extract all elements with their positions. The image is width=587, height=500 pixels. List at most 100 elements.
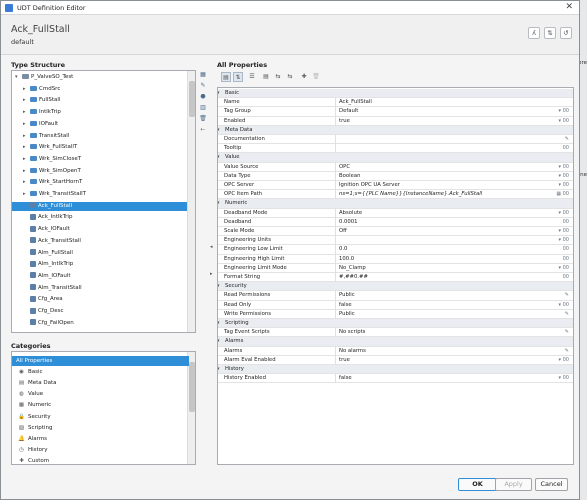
- property-actions-icon[interactable]: ✎: [565, 310, 569, 319]
- property-row[interactable]: OPC Server Ignition OPC UA Server ▾ 00: [218, 181, 573, 191]
- property-actions-icon[interactable]: ▾ 00: [559, 181, 569, 190]
- add-icon[interactable]: ✚: [299, 72, 309, 82]
- property-value[interactable]: 0.0: [339, 245, 347, 254]
- property-category-row[interactable]: ▾ Value: [218, 153, 573, 163]
- property-actions-icon[interactable]: ▾ 00: [559, 236, 569, 245]
- grid-icon[interactable]: ▥: [198, 104, 208, 115]
- property-actions-icon[interactable]: ▾ 00: [559, 163, 569, 172]
- property-row[interactable]: OPC Item Path ns=1;s={{PLC Name}}{Instanc…: [218, 190, 573, 200]
- property-row[interactable]: Tag Group Default ▾ 00: [218, 107, 573, 117]
- expand-arrow-icon[interactable]: ▸: [23, 155, 30, 164]
- property-row[interactable]: Engineering Units ▾ 00: [218, 236, 573, 246]
- expand-arrow-icon[interactable]: ▸: [23, 143, 30, 152]
- property-value[interactable]: false: [339, 301, 352, 310]
- property-actions-icon[interactable]: ▾ 00: [559, 117, 569, 126]
- property-row[interactable]: Tag Event Scripts No scripts ✎: [218, 328, 573, 338]
- property-value[interactable]: Ack_FullStall: [339, 98, 372, 107]
- category-item[interactable]: 🔔 Alarms: [12, 434, 189, 444]
- category-item[interactable]: All Properties: [12, 356, 189, 366]
- categories-list[interactable]: All Properties ◉ Basic ▤ Meta Data ◍ Value ▦ Num…: [11, 351, 196, 465]
- tree-item[interactable]: ▸ IntlkTrip: [12, 108, 187, 117]
- expand-icon[interactable]: ⇆: [273, 72, 283, 82]
- expand-arrow-icon[interactable]: ▸: [23, 132, 30, 141]
- property-row[interactable]: Name Ack_FullStall: [218, 98, 573, 108]
- property-value[interactable]: Boolean: [339, 172, 360, 181]
- property-row[interactable]: Alarms No alarms ✎: [218, 346, 573, 356]
- property-value[interactable]: Default: [339, 107, 358, 116]
- collapse-arrow-icon[interactable]: ▾: [218, 365, 220, 374]
- property-row[interactable]: Read Only false ▾ 00: [218, 300, 573, 310]
- property-row[interactable]: Format String #,##0.## 00: [218, 273, 573, 283]
- tree-item[interactable]: ▸ Wrk_StartHornT: [12, 178, 187, 187]
- tree-item[interactable]: ▸ TransitStall: [12, 132, 187, 141]
- property-row[interactable]: Write Permissions Public ✎: [218, 309, 573, 319]
- property-value[interactable]: Public: [339, 310, 355, 319]
- property-actions-icon[interactable]: ▾ 00: [559, 227, 569, 236]
- property-row[interactable]: Engineering Limit Mode No_Clamp ▾ 00: [218, 263, 573, 273]
- tree-item[interactable]: ▸ Wrk_SimCloseT: [12, 155, 187, 164]
- tree-item[interactable]: Alm_TransitStall: [12, 284, 187, 293]
- collapse-arrow-icon[interactable]: ▾: [218, 319, 220, 328]
- property-value[interactable]: No_Clamp: [339, 264, 366, 273]
- property-row[interactable]: Engineering Low Limit 0.0 00: [218, 245, 573, 255]
- property-value[interactable]: true: [339, 117, 350, 126]
- close-icon[interactable]: ✕: [565, 2, 573, 12]
- tree-item[interactable]: Ack_FullStall: [12, 201, 187, 211]
- property-value[interactable]: Absolute: [339, 209, 362, 218]
- tree-item[interactable]: Ack_IOFault: [12, 225, 187, 234]
- tree-item[interactable]: ▸ FullStall: [12, 96, 187, 105]
- expand-arrow-icon[interactable]: ▸: [23, 167, 30, 176]
- collapse-arrow-icon[interactable]: ▾: [218, 282, 220, 291]
- type-structure-tree[interactable]: ▾ P_ValveSO_Test ▸ CmdSrc ▸ FullStall ▸ IntlkTr…: [11, 70, 196, 333]
- collapse-arrow-icon[interactable]: ▾: [218, 153, 220, 162]
- property-value[interactable]: false: [339, 374, 352, 383]
- tree-item[interactable]: ▸ Wrk_TransitStallT: [12, 190, 187, 199]
- expand-arrow-icon[interactable]: ▸: [23, 85, 30, 94]
- expand-arrow-icon[interactable]: ▾: [15, 73, 22, 82]
- property-row[interactable]: Alarm Eval Enabled true ▾ 00: [218, 355, 573, 365]
- property-actions-icon[interactable]: ▾ 00: [559, 374, 569, 383]
- property-actions-icon[interactable]: 00: [563, 255, 569, 264]
- ok-button[interactable]: OK: [458, 478, 497, 491]
- property-row[interactable]: Data Type Boolean ▾ 00: [218, 171, 573, 181]
- tree-scrollbar[interactable]: [187, 71, 195, 332]
- property-value[interactable]: 100.0: [339, 255, 354, 264]
- collapse-arrow-icon[interactable]: ▾: [218, 337, 220, 346]
- tree-item[interactable]: Alm_IntlkTrip: [12, 260, 187, 269]
- tree-item[interactable]: Cfg_Area: [12, 295, 187, 304]
- edit-icon[interactable]: ✎: [198, 82, 208, 93]
- property-actions-icon[interactable]: ▦ 00: [556, 190, 569, 199]
- expand-arrow-icon[interactable]: ▸: [23, 108, 30, 117]
- tree-item[interactable]: Cfg_Desc: [12, 307, 187, 316]
- property-value[interactable]: #,##0.##: [339, 273, 368, 282]
- apply-button[interactable]: Apply: [495, 478, 532, 491]
- property-row[interactable]: Engineering High Limit 100.0 00: [218, 254, 573, 264]
- property-row[interactable]: Deadband 0.0001 00: [218, 217, 573, 227]
- collapse-arrow-icon[interactable]: ▾: [218, 89, 220, 98]
- tree-item[interactable]: Ack_IntlkTrip: [12, 213, 187, 222]
- collapse-arrow-icon[interactable]: ▾: [218, 199, 220, 208]
- category-item[interactable]: ▧ Scripting: [12, 423, 189, 433]
- categorized-view-icon[interactable]: ▤: [221, 72, 231, 82]
- property-category-row[interactable]: ▾ Alarms: [218, 337, 573, 347]
- category-item[interactable]: ◍ Value: [12, 389, 189, 399]
- category-item[interactable]: ▦ Numeric: [12, 400, 189, 410]
- tree-item[interactable]: Cfg_FailOpen: [12, 319, 187, 328]
- property-actions-icon[interactable]: ▾ 00: [559, 172, 569, 181]
- tree-item[interactable]: Alm_FullStall: [12, 249, 187, 258]
- properties-table[interactable]: ▾ Basic Name Ack_FullStall Tag Group Default…: [217, 87, 574, 465]
- property-actions-icon[interactable]: ✎: [565, 328, 569, 337]
- property-row[interactable]: Value Source OPC ▾ 00: [218, 162, 573, 172]
- collapse-left-icon[interactable]: ◂: [210, 244, 213, 250]
- tree-item[interactable]: ▾ P_ValveSO_Test: [12, 73, 187, 82]
- expand-arrow-icon[interactable]: ▸: [23, 120, 30, 129]
- property-row[interactable]: Documentation ✎: [218, 135, 573, 145]
- expand-arrow-icon[interactable]: ▸: [23, 96, 30, 105]
- property-category-row[interactable]: ▾ Scripting: [218, 319, 573, 329]
- refresh-icon[interactable]: ↺: [560, 27, 572, 39]
- table-view-icon[interactable]: ▤: [261, 72, 271, 82]
- back-icon[interactable]: ⇠: [198, 126, 208, 137]
- property-row[interactable]: History Enabled false ▾ 00: [218, 374, 573, 384]
- property-actions-icon[interactable]: 00: [563, 144, 569, 153]
- delete-icon[interactable]: 🗑: [311, 72, 321, 82]
